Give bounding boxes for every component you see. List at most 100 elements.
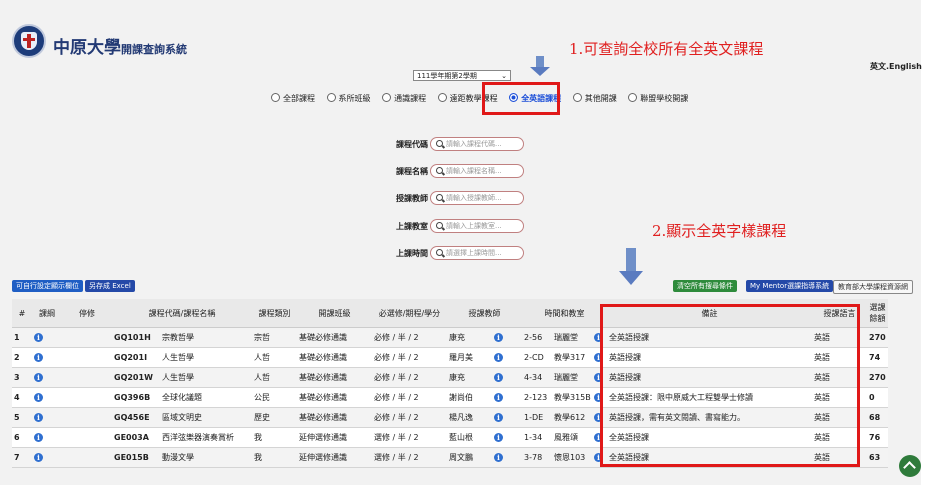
- course-name[interactable]: 人生哲學: [162, 373, 194, 382]
- info-icon[interactable]: i: [34, 453, 43, 462]
- radio-general-education[interactable]: 通識課程: [382, 93, 426, 104]
- withdraw-cell: [62, 327, 112, 348]
- course-class: 延伸選修通識: [297, 427, 372, 448]
- course-code[interactable]: GQ201I: [114, 353, 162, 362]
- course-class: 基礎必修通識: [297, 367, 372, 388]
- info-icon[interactable]: i: [34, 433, 43, 442]
- time-room-cell: 2-CD 教學317 i: [522, 347, 607, 368]
- info-icon[interactable]: i: [34, 373, 43, 382]
- class-time-input[interactable]: 請選擇上課時間...: [430, 246, 524, 260]
- course-name[interactable]: 區域文明史: [162, 413, 202, 422]
- course-class: 基礎必修通識: [297, 327, 372, 348]
- classroom: 教學612: [554, 413, 586, 422]
- radio-alliance-schools[interactable]: 聯盟學校開課: [628, 93, 688, 104]
- language-switch-link[interactable]: 英文.English: [870, 61, 922, 72]
- moe-course-resource-button[interactable]: 教育部大學課程資源網: [833, 280, 913, 294]
- teacher-name: 羅月美: [449, 353, 473, 362]
- search-icon: [436, 249, 443, 256]
- course-code[interactable]: GQ101H: [114, 333, 162, 342]
- info-icon[interactable]: i: [494, 393, 503, 402]
- course-name[interactable]: 西洋弦樂器演奏賞析: [162, 433, 234, 442]
- course-cell: GE003A 西洋弦樂器演奏賞析: [112, 427, 252, 448]
- semester-select[interactable]: 111學年期第2學期 ⌄: [413, 70, 511, 81]
- col-header-course[interactable]: 課程代碼/課程名稱: [112, 299, 252, 328]
- info-icon[interactable]: i: [34, 333, 43, 342]
- info-icon[interactable]: i: [34, 393, 43, 402]
- site-title[interactable]: 中原大學開課查詢系統: [53, 33, 187, 58]
- info-icon[interactable]: i: [494, 433, 503, 442]
- annotation-arrow-down-icon: [626, 248, 636, 272]
- course-name[interactable]: 宗教哲學: [162, 333, 194, 342]
- class-time: 2-56: [524, 333, 543, 342]
- info-icon[interactable]: i: [34, 413, 43, 422]
- course-requirement: 選修 / 半 / 2: [372, 447, 447, 468]
- course-code[interactable]: GQ456E: [114, 413, 162, 422]
- seats-remaining: 270: [867, 367, 888, 388]
- scroll-to-top-icon[interactable]: [899, 455, 921, 477]
- col-header-class[interactable]: 開課班級: [297, 299, 372, 328]
- row-index: 6: [12, 427, 32, 448]
- col-header-time-room[interactable]: 時間和教室: [522, 299, 607, 328]
- teacher-cell: 康充 i: [447, 327, 522, 348]
- class-time-label: 上課時間: [396, 249, 428, 258]
- course-requirement: 必修 / 半 / 2: [372, 347, 447, 368]
- search-icon: [436, 194, 443, 201]
- course-code-input[interactable]: 請輸入課程代碼...: [430, 137, 524, 151]
- course-name[interactable]: 全球化議題: [162, 393, 202, 402]
- col-header-seats[interactable]: 選課餘額: [867, 299, 888, 328]
- classroom-label: 上課教室: [396, 222, 428, 231]
- classroom-input[interactable]: 請輸入上課教室...: [430, 219, 524, 233]
- course-code[interactable]: GQ201W: [114, 373, 162, 382]
- course-code[interactable]: GE015B: [114, 453, 162, 462]
- university-logo-icon[interactable]: [12, 24, 46, 58]
- info-icon[interactable]: i: [494, 353, 503, 362]
- course-class: 基礎必修通識: [297, 347, 372, 368]
- info-icon[interactable]: i: [494, 333, 503, 342]
- info-icon[interactable]: i: [494, 453, 503, 462]
- classroom: 教學315B: [554, 393, 591, 402]
- time-room-cell: 1-DE 教學612 i: [522, 407, 607, 428]
- annotation-note-2: 2.顯示全英字樣課程: [652, 222, 787, 240]
- clear-filters-button[interactable]: 清空所有搜尋條件: [673, 280, 737, 292]
- col-header-category[interactable]: 課程類別: [252, 299, 297, 328]
- teacher-cell: 周文鵬 i: [447, 447, 522, 468]
- radio-department-classes[interactable]: 系所班級: [326, 93, 371, 104]
- radio-all-courses[interactable]: 全部課程: [271, 93, 315, 104]
- teacher-name: 周文鵬: [449, 453, 473, 462]
- radio-other-courses[interactable]: 其他開課: [572, 93, 617, 104]
- info-icon[interactable]: i: [494, 413, 503, 422]
- withdraw-cell: [62, 427, 112, 448]
- withdraw-cell: [62, 407, 112, 428]
- course-name[interactable]: 動漫文學: [162, 453, 194, 462]
- withdraw-cell: [62, 387, 112, 408]
- seats-remaining: 270: [867, 327, 888, 348]
- col-header-syllabus: 課綱: [32, 299, 62, 328]
- my-mentor-button[interactable]: My Mentor選課指導系統: [746, 280, 834, 292]
- info-icon[interactable]: i: [34, 353, 43, 362]
- time-room-cell: 2-123 教學315B i: [522, 387, 607, 408]
- syllabus-cell: i: [32, 447, 62, 468]
- annotation-note-1: 1.可查詢全校所有全英文課程: [569, 40, 764, 58]
- class-time: 2-CD: [524, 353, 544, 362]
- time-room-cell: 2-56 瑞麗堂 i: [522, 327, 607, 348]
- class-time: 3-78: [524, 453, 543, 462]
- col-header-requirement[interactable]: 必選修/期程/學分: [372, 299, 447, 328]
- course-cell: GQ101H 宗教哲學: [112, 327, 252, 348]
- teacher-input[interactable]: 請輸入授課教師...: [430, 191, 524, 205]
- annotation-arrowhead-icon: [619, 271, 643, 285]
- course-category: 我: [252, 427, 297, 448]
- course-code[interactable]: GE003A: [114, 433, 162, 442]
- course-category: 人哲: [252, 367, 297, 388]
- course-name-input[interactable]: 請輸入課程名稱...: [430, 164, 524, 178]
- teacher-name: 楊凡逸: [449, 413, 473, 422]
- course-name[interactable]: 人生哲學: [162, 353, 194, 362]
- export-excel-button[interactable]: 另存成 Excel: [85, 280, 135, 292]
- row-index: 1: [12, 327, 32, 348]
- syllabus-cell: i: [32, 347, 62, 368]
- info-icon[interactable]: i: [494, 373, 503, 382]
- syllabus-cell: i: [32, 387, 62, 408]
- course-code[interactable]: GQ396B: [114, 393, 162, 402]
- system-name: 開課查詢系統: [121, 43, 187, 56]
- col-header-teacher[interactable]: 授課教師: [447, 299, 522, 328]
- column-settings-button[interactable]: 可自行設定顯示欄位: [12, 280, 83, 292]
